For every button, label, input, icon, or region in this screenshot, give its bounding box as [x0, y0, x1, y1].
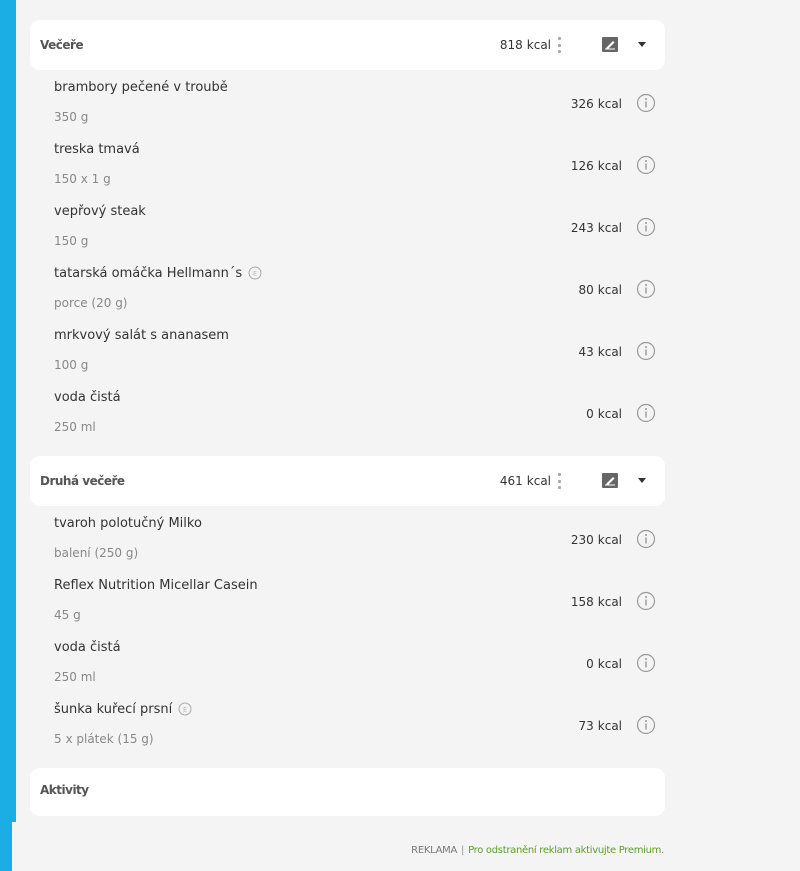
food-name: tvaroh polotučný Milko [54, 516, 202, 531]
food-name: voda čistá [54, 390, 121, 405]
meal-header-vecere[interactable]: Večeře 818 kcal [30, 20, 665, 70]
ad-separator: | [461, 845, 465, 856]
food-kcal: 326 kcal [570, 97, 622, 111]
food-amount: 150 g [54, 234, 89, 248]
info-icon[interactable] [636, 217, 656, 237]
activities-title: Aktivity [40, 783, 89, 797]
food-amount: balení (250 g) [54, 546, 139, 560]
food-kcal: 0 kcal [586, 407, 622, 421]
food-item[interactable]: tvaroh polotučný Milko balení (250 g) 23… [54, 516, 666, 578]
food-kcal: 80 kcal [578, 283, 622, 297]
food-name: mrkvový salát s ananasem [54, 328, 229, 343]
food-item[interactable]: voda čistá 250 ml 0 kcal [54, 390, 666, 452]
food-amount: porce (20 g) [54, 296, 128, 310]
food-item[interactable]: tatarská omáčka Hellmann´s E porce (20 g)… [54, 266, 666, 328]
food-amount: 250 ml [54, 670, 96, 684]
info-icon[interactable] [636, 653, 656, 673]
vertical-dots-icon[interactable] [557, 37, 561, 53]
food-item[interactable]: mrkvový salát s ananasem 100 g 43 kcal [54, 328, 666, 390]
food-item[interactable]: treska tmavá 150 x 1 g 126 kcal [54, 142, 666, 204]
food-name: voda čistá [54, 640, 121, 655]
premium-link[interactable]: Pro odstranění reklam aktivujte Premium. [468, 845, 664, 856]
food-amount: 150 x 1 g [54, 172, 111, 186]
food-kcal: 158 kcal [570, 595, 622, 609]
food-name-row: tatarská omáčka Hellmann´s E [54, 266, 262, 281]
food-item[interactable]: Reflex Nutrition Micellar Casein 45 g 15… [54, 578, 666, 640]
food-item[interactable]: brambory pečené v troubě 350 g 326 kcal [54, 80, 666, 142]
info-icon[interactable] [636, 529, 656, 549]
food-name-row: šunka kuřecí prsní E [54, 702, 192, 717]
food-name: vepřový steak [54, 204, 146, 219]
info-icon[interactable] [636, 93, 656, 113]
activities-header[interactable]: Aktivity [30, 768, 665, 816]
info-icon[interactable] [636, 403, 656, 423]
caret-down-icon[interactable] [638, 478, 646, 483]
info-icon[interactable] [636, 279, 656, 299]
food-name: treska tmavá [54, 142, 140, 157]
food-name: šunka kuřecí prsní [54, 702, 173, 717]
food-amount: 250 ml [54, 420, 96, 434]
e-badge-icon: E [248, 266, 262, 280]
food-kcal: 0 kcal [586, 657, 622, 671]
food-kcal: 43 kcal [578, 345, 622, 359]
food-item[interactable]: vepřový steak 150 g 243 kcal [54, 204, 666, 266]
food-amount: 350 g [54, 110, 89, 124]
food-name: tatarská omáčka Hellmann´s [54, 266, 243, 281]
note-icon[interactable] [602, 37, 618, 52]
food-amount: 45 g [54, 608, 81, 622]
info-icon[interactable] [636, 155, 656, 175]
footer-area [12, 822, 800, 871]
food-kcal: 243 kcal [570, 221, 622, 235]
meal-title: Druhá večeře [40, 474, 125, 488]
food-item[interactable]: voda čistá 250 ml 0 kcal [54, 640, 666, 702]
meal-kcal: 818 kcal [499, 38, 551, 52]
food-kcal: 73 kcal [578, 719, 622, 733]
ad-notice: REKLAMA | Pro odstranění reklam aktivujte … [411, 845, 664, 856]
meal-kcal: 461 kcal [499, 474, 551, 488]
food-name: Reflex Nutrition Micellar Casein [54, 578, 258, 593]
food-kcal: 126 kcal [570, 159, 622, 173]
svg-text:E: E [183, 707, 187, 714]
note-icon[interactable] [602, 473, 618, 488]
ad-label: REKLAMA [411, 845, 458, 856]
food-item[interactable]: šunka kuřecí prsní E 5 x plátek (15 g) 73… [54, 702, 666, 764]
info-icon[interactable] [636, 715, 656, 735]
e-badge-icon: E [178, 702, 192, 716]
vertical-dots-icon[interactable] [557, 473, 561, 489]
info-icon[interactable] [636, 341, 656, 361]
meal-title: Večeře [40, 38, 84, 52]
meal-header-druha-vecere[interactable]: Druhá večeře 461 kcal [30, 456, 665, 506]
food-amount: 5 x plátek (15 g) [54, 732, 154, 746]
svg-text:E: E [253, 271, 257, 278]
food-amount: 100 g [54, 358, 89, 372]
info-icon[interactable] [636, 591, 656, 611]
caret-down-icon[interactable] [638, 42, 646, 47]
food-kcal: 230 kcal [570, 533, 622, 547]
food-name: brambory pečené v troubě [54, 80, 228, 95]
